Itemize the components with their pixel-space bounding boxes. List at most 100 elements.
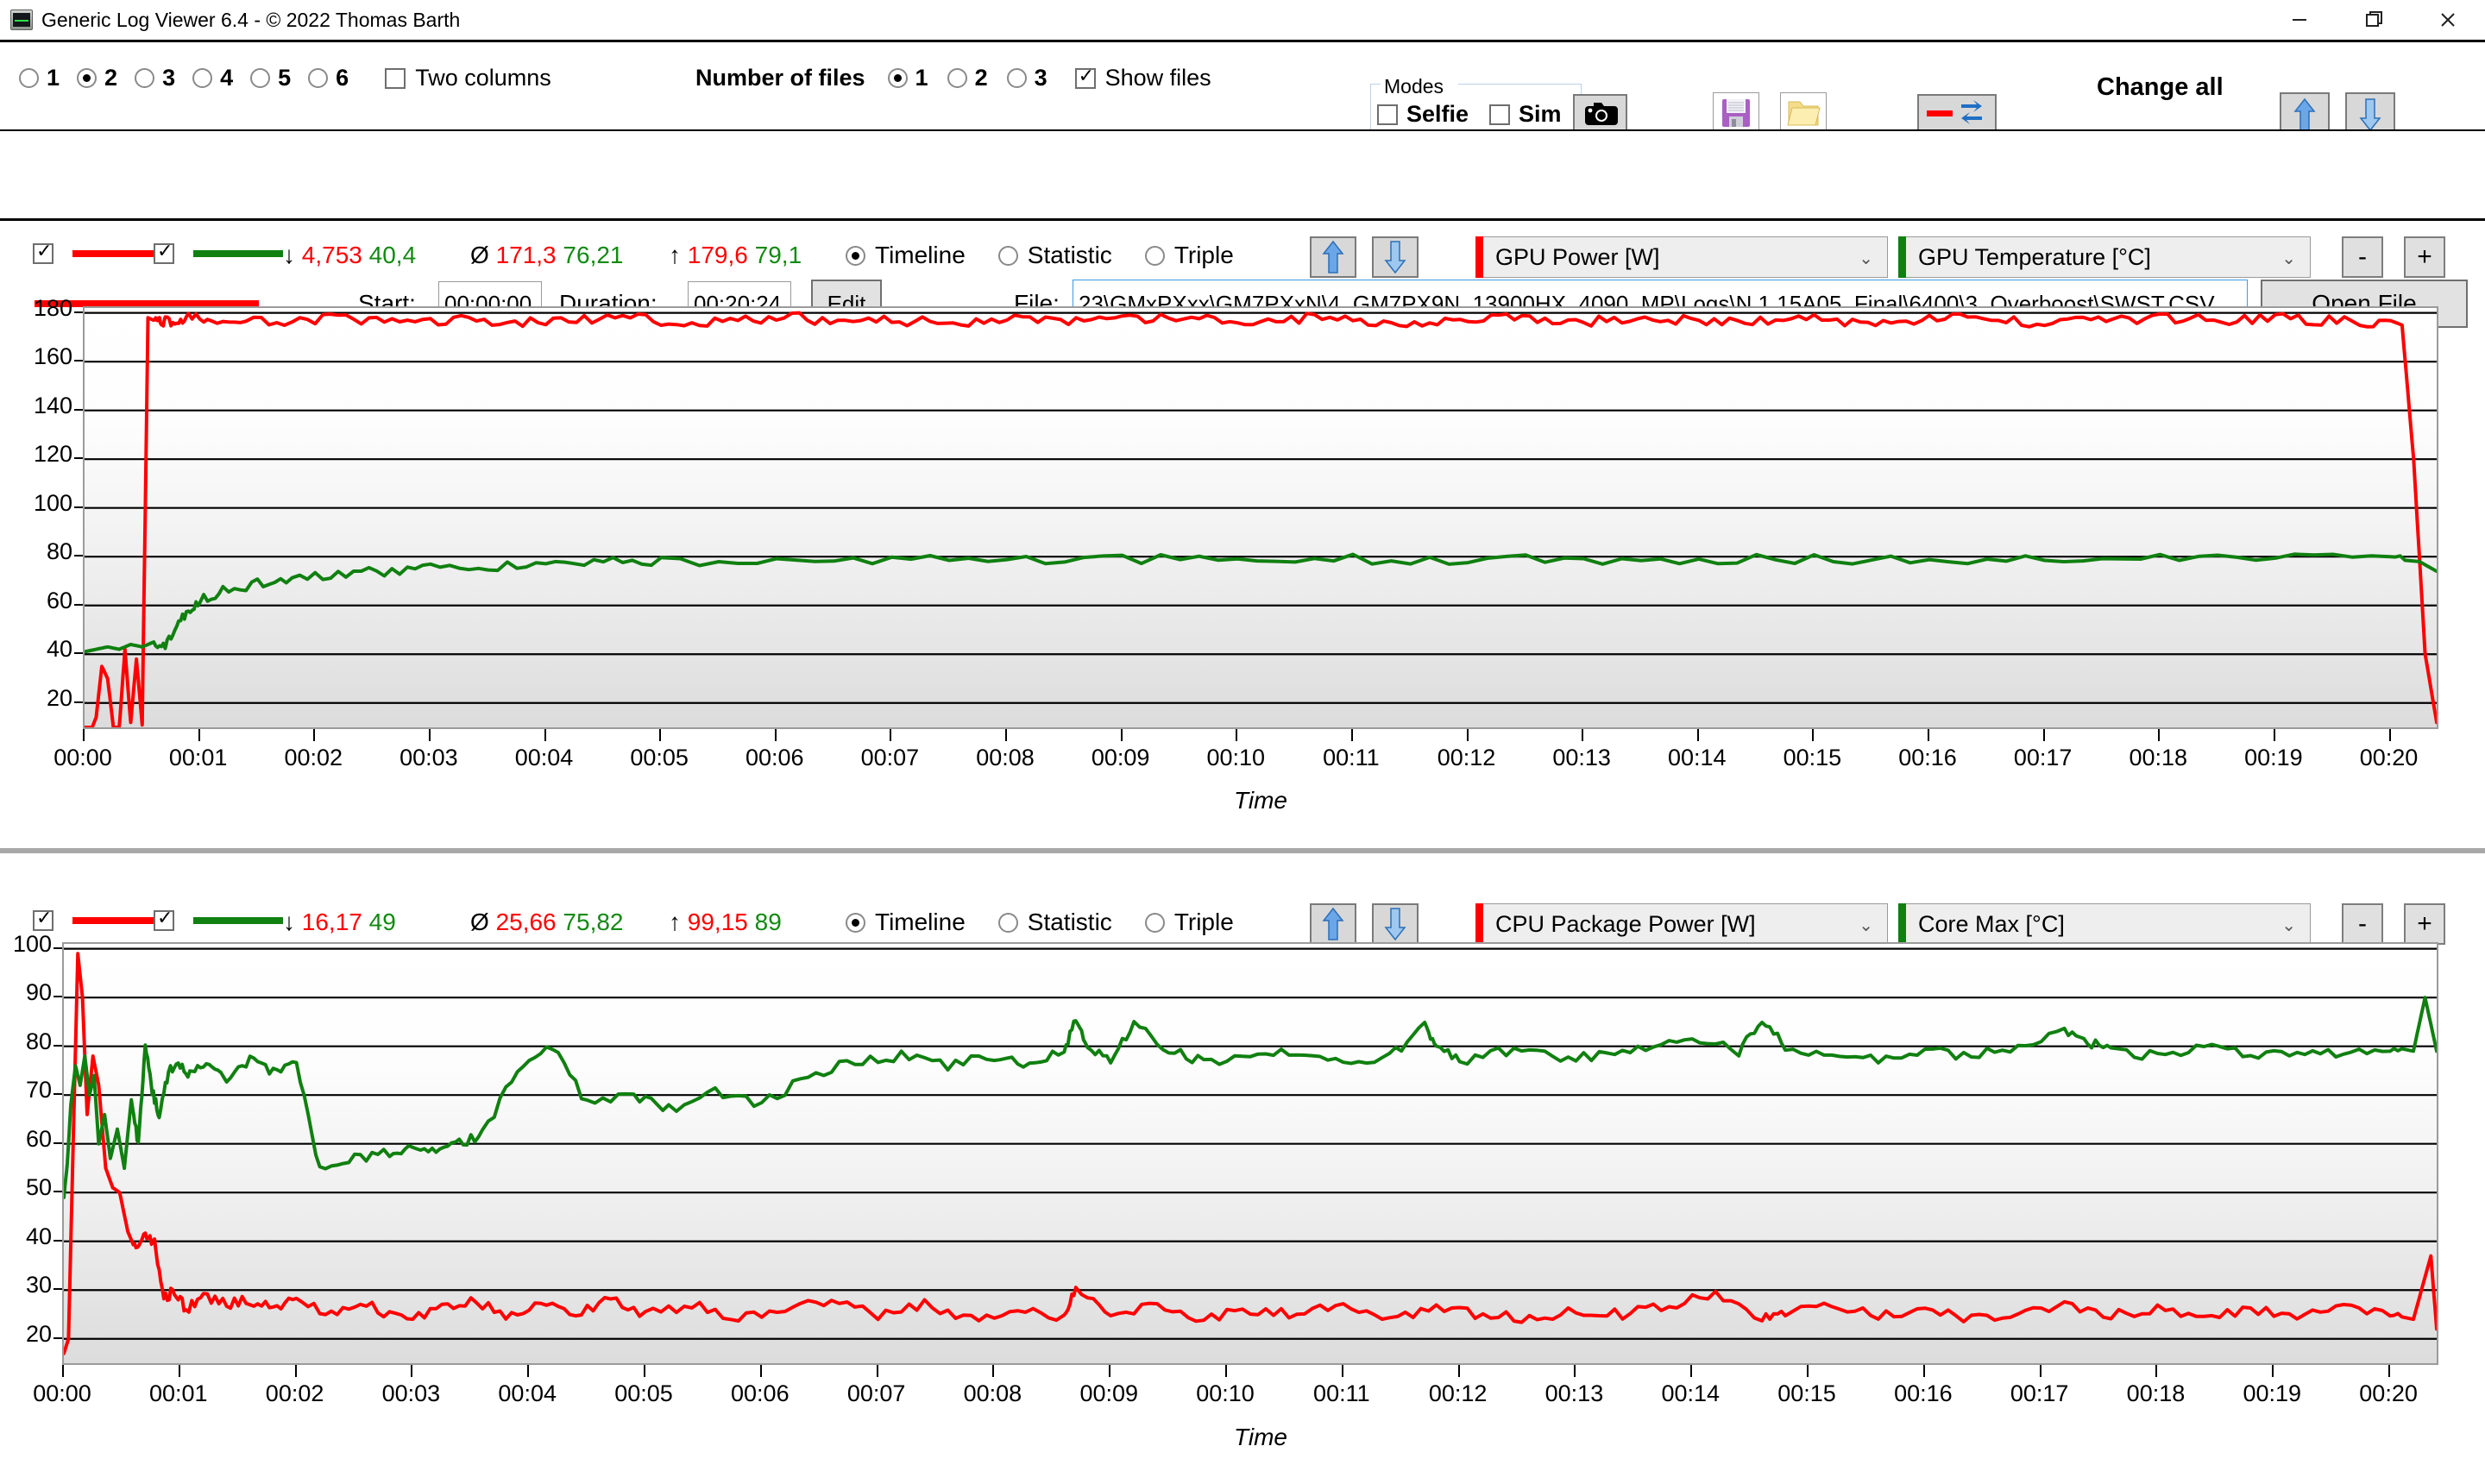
panel-gpu-controls: ↓ 4,753 40,4 Ø 171,3 76,21 ↑ 179,6 79,1 … [0,231,2485,281]
checkbox-icon[interactable] [1377,104,1398,125]
gpu-red-series-select[interactable]: GPU Power [W] ⌄ [1475,236,1888,278]
modes-border-left [1370,84,1381,85]
plot-canvas [85,311,2437,727]
x-tick-label: 00:04 [514,745,574,770]
camera-icon [1582,99,1619,131]
checkbox-icon[interactable] [385,67,406,89]
x-tick-mark [1582,729,1584,741]
column-count-option-4[interactable]: 4 [192,65,233,91]
cpu-zoom-in-button[interactable]: + [2404,903,2445,945]
gpu-plot-area[interactable] [83,306,2438,729]
gpu-green-series-select[interactable]: GPU Temperature [°C] ⌄ [1898,236,2311,278]
column-count-option-1[interactable]: 1 [19,65,60,91]
y-tick-mark [74,408,83,411]
x-tick-mark [2042,729,2045,741]
cpu-green-series-select[interactable]: Core Max [°C] ⌄ [1898,903,2311,945]
option-label: 3 [162,65,176,91]
column-count-option-6[interactable]: 6 [308,65,349,91]
show-files-checkbox[interactable]: Show files [1074,65,1211,91]
radio-icon[interactable] [997,912,1018,933]
radio-icon[interactable] [887,68,908,88]
close-button[interactable] [2411,0,2485,40]
max-symbol: ↑ [669,242,681,268]
radio-icon[interactable] [192,68,213,88]
radio-icon[interactable] [997,245,1018,266]
x-tick-mark [1812,729,1815,741]
gpu-move-up-button[interactable] [1310,236,1356,278]
max-red-value: 99,15 [687,909,748,935]
main-toolbar: 1 2 3 4 5 6 Two columns Number of files [0,42,2485,146]
radio-icon[interactable] [1144,245,1165,266]
x-tick-mark [774,729,777,741]
x-tick-label: 00:05 [630,745,689,770]
gpu-view-statistic[interactable]: Statistic [997,242,1112,269]
cpu-green-series-checkbox[interactable] [154,907,174,931]
two-columns-checkbox[interactable]: Two columns [385,65,551,91]
gpu-zoom-out-button[interactable]: - [2342,236,2383,278]
arrow-down-icon [1384,240,1406,274]
radio-icon[interactable] [846,245,865,266]
gpu-move-down-button[interactable] [1372,236,1419,278]
cpu-view-triple[interactable]: Triple [1144,909,1234,936]
radio-icon[interactable] [947,68,967,88]
cpu-red-series-checkbox[interactable] [33,907,53,931]
swap-colors-icon [1923,96,1991,135]
show-files-label: Show files [1104,65,1211,91]
y-tick-label: 60 [46,587,72,613]
file-count-option-3[interactable]: 3 [1006,65,1047,91]
app-icon [10,9,33,30]
chevron-down-icon: ⌄ [2281,249,2296,268]
cpu-move-down-button[interactable] [1372,903,1419,945]
checkbox-icon[interactable] [1074,65,1096,89]
cpu-move-up-button[interactable] [1310,903,1356,945]
radio-icon[interactable] [250,68,271,88]
radio-icon[interactable] [1144,912,1165,933]
radio-icon[interactable] [135,68,155,88]
cpu-view-statistic[interactable]: Statistic [997,909,1112,936]
select-value: CPU Package Power [W] [1495,910,1756,937]
modes-options: Selfie Sim [1377,101,1582,128]
y-tick-label: 90 [25,979,52,1006]
select-value: Core Max [°C] [1918,910,2065,937]
cpu-max-stat: ↑ 99,15 89 [669,909,782,936]
gpu-view-triple[interactable]: Triple [1144,242,1234,269]
gpu-green-series-checkbox[interactable] [154,240,174,264]
radio-icon[interactable] [1006,68,1027,88]
column-count-option-5[interactable]: 5 [250,65,291,91]
y-tick-mark [74,457,83,460]
y-tick-label: 80 [25,1028,52,1054]
option-label: Statistic [1027,242,1112,268]
avg-symbol: Ø [470,242,489,268]
radio-icon[interactable] [846,912,865,933]
x-tick-label: 00:18 [2126,1380,2186,1406]
x-tick-label: 00:06 [745,745,804,770]
checkbox-icon[interactable] [1489,104,1511,125]
selfie-checkbox[interactable]: Selfie [1377,101,1469,128]
cpu-red-series-select[interactable]: CPU Package Power [W] ⌄ [1475,903,1888,945]
modes-group-label: Modes [1381,75,1448,98]
maximize-restore-button[interactable] [2337,0,2411,40]
x-tick-label: 00:11 [1323,745,1380,770]
x-tick-label: 00:12 [1437,745,1496,770]
file-count-option-1[interactable]: 1 [887,65,928,91]
radio-icon[interactable] [77,68,98,88]
cpu-plot-area[interactable] [62,942,2438,1365]
x-tick-label: 00:14 [1661,1380,1721,1406]
x-tick-mark [1696,729,1699,741]
x-tick-label: 00:02 [265,1380,324,1406]
gpu-zoom-in-button[interactable]: + [2404,236,2445,278]
cpu-view-timeline[interactable]: Timeline [846,909,966,936]
x-tick-label: 00:19 [2244,745,2303,770]
sim-checkbox[interactable]: Sim [1489,101,1562,128]
file-count-option-2[interactable]: 2 [947,65,988,91]
column-count-option-2[interactable]: 2 [77,65,117,91]
radio-icon[interactable] [19,68,39,88]
gpu-red-series-checkbox[interactable] [33,240,53,264]
y-tick-mark [53,1093,62,1096]
cpu-zoom-out-button[interactable]: - [2342,903,2383,945]
column-count-option-3[interactable]: 3 [135,65,175,91]
radio-icon[interactable] [308,68,329,88]
minimize-button[interactable] [2262,0,2337,40]
gpu-view-timeline[interactable]: Timeline [846,242,966,269]
max-symbol: ↑ [669,909,681,935]
